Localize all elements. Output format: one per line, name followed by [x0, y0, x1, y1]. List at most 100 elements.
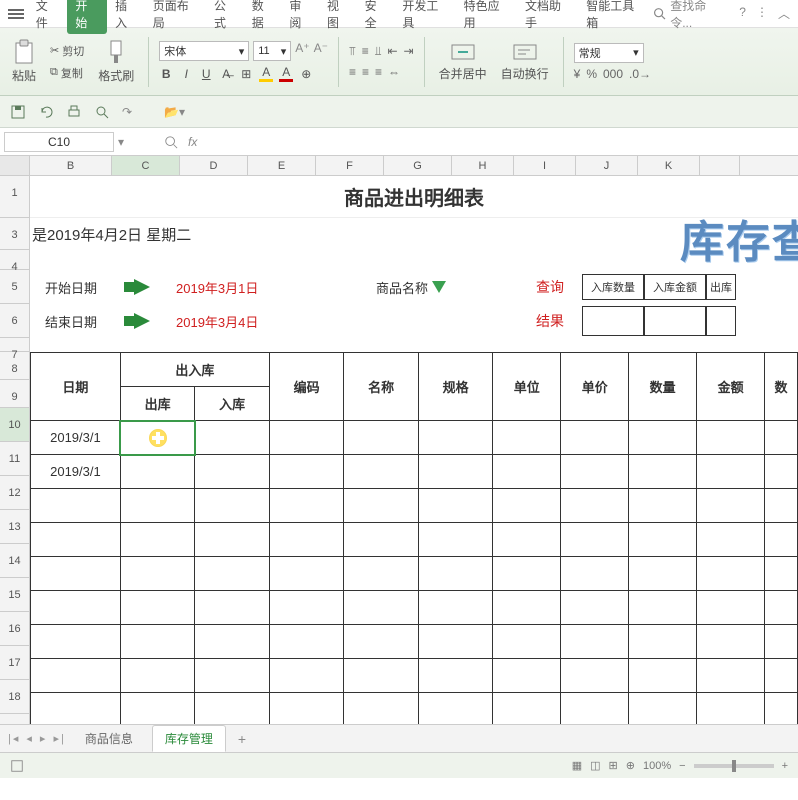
- row-header[interactable]: 3: [0, 218, 30, 250]
- table-row[interactable]: [31, 625, 798, 659]
- cell-date[interactable]: 2019/3/1: [31, 455, 121, 489]
- cell[interactable]: [493, 421, 561, 455]
- menu-tab-dochelper[interactable]: 文档助手: [519, 0, 578, 34]
- align-left-icon[interactable]: ≡: [349, 65, 356, 79]
- cell[interactable]: [629, 421, 697, 455]
- strike-button[interactable]: A̶: [219, 67, 233, 81]
- tab-nav-first-icon[interactable]: |◂: [8, 732, 20, 745]
- increase-font-icon[interactable]: A⁺: [295, 41, 309, 61]
- col-header-I[interactable]: I: [514, 156, 576, 175]
- save-icon[interactable]: [10, 104, 26, 120]
- redo-icon[interactable]: ↷: [122, 105, 132, 119]
- command-search[interactable]: 查找命令...: [653, 0, 727, 31]
- align-middle-icon[interactable]: ≡: [362, 44, 369, 59]
- font-color-button[interactable]: A: [279, 65, 293, 82]
- percent-icon[interactable]: %: [586, 67, 597, 81]
- collapse-ribbon-icon[interactable]: ︿: [778, 5, 790, 22]
- more-icon[interactable]: ⋮: [756, 5, 768, 22]
- merge-center-button[interactable]: 合并居中: [435, 37, 491, 86]
- row-header[interactable]: 8: [0, 352, 30, 380]
- bold-button[interactable]: B: [159, 67, 173, 81]
- sheet-content[interactable]: 商品进出明细表 库存查 是2019年4月2日 星期二 开始日期 2019年3月1…: [30, 176, 798, 724]
- zoom-in-button[interactable]: +: [782, 760, 788, 772]
- cell[interactable]: [269, 455, 344, 489]
- decrease-font-icon[interactable]: A⁻: [314, 41, 328, 61]
- currency-icon[interactable]: ¥: [574, 67, 581, 81]
- wrap-text-button[interactable]: 自动换行: [497, 37, 553, 86]
- zoom-slider[interactable]: [694, 764, 774, 768]
- col-header-D[interactable]: D: [180, 156, 248, 175]
- cell[interactable]: [120, 455, 195, 489]
- cell[interactable]: [344, 455, 419, 489]
- menu-tab-home[interactable]: 开始: [67, 0, 107, 34]
- reading-mode-icon[interactable]: ⊕: [626, 759, 635, 772]
- data-table[interactable]: 日期 出入库 编码 名称 规格 单位 单价 数量 金额 数 出库 入库 2019…: [30, 352, 798, 724]
- print-icon[interactable]: [66, 104, 82, 120]
- cell[interactable]: [765, 421, 798, 455]
- menu-file[interactable]: 文件: [30, 0, 66, 34]
- col-header-H[interactable]: H: [452, 156, 514, 175]
- number-format-select[interactable]: 常规▾: [574, 43, 644, 63]
- row-header[interactable]: 13: [0, 510, 30, 544]
- row-header[interactable]: 17: [0, 646, 30, 680]
- menu-tab-insert[interactable]: 插入: [109, 0, 145, 34]
- view-break-icon[interactable]: ⊞: [609, 759, 618, 772]
- name-box[interactable]: C10: [4, 132, 114, 152]
- merge-across-icon[interactable]: ⇔: [388, 65, 400, 79]
- table-row[interactable]: [31, 659, 798, 693]
- row-header[interactable]: 7: [0, 338, 30, 352]
- align-center-icon[interactable]: ≡: [362, 65, 369, 79]
- italic-button[interactable]: I: [179, 67, 193, 81]
- cell[interactable]: [765, 455, 798, 489]
- fill-color-button[interactable]: A: [259, 65, 273, 82]
- add-sheet-button[interactable]: +: [232, 731, 252, 747]
- menu-tab-layout[interactable]: 页面布局: [147, 0, 206, 34]
- table-row[interactable]: [31, 523, 798, 557]
- font-family-select[interactable]: 宋体▾: [159, 41, 249, 61]
- paste-button[interactable]: 粘贴: [8, 35, 40, 88]
- namebox-dropdown-icon[interactable]: ▾: [118, 135, 124, 149]
- row-header[interactable]: 11: [0, 442, 30, 476]
- sheet-tab-product-info[interactable]: 商品信息: [72, 725, 146, 752]
- zoom-value[interactable]: 100%: [643, 760, 671, 772]
- view-page-icon[interactable]: ◫: [590, 759, 600, 772]
- help-icon[interactable]: ?: [739, 5, 746, 22]
- menu-tab-toolbox[interactable]: 智能工具箱: [580, 0, 651, 34]
- row-header[interactable]: 16: [0, 612, 30, 646]
- row-header[interactable]: 14: [0, 544, 30, 578]
- fx-label[interactable]: fx: [188, 135, 197, 149]
- col-header-E[interactable]: E: [248, 156, 316, 175]
- start-date-value[interactable]: 2019年3月1日: [172, 278, 292, 297]
- cell[interactable]: [195, 421, 270, 455]
- underline-button[interactable]: U: [199, 67, 213, 81]
- undo-icon[interactable]: [38, 104, 54, 120]
- col-header-F[interactable]: F: [316, 156, 384, 175]
- active-cell-C10[interactable]: [120, 421, 195, 455]
- col-header-end[interactable]: [700, 156, 740, 175]
- cell[interactable]: [344, 421, 419, 455]
- folder-icon[interactable]: 📂▾: [164, 105, 185, 119]
- row-header[interactable]: 10: [0, 408, 30, 442]
- menu-tab-formula[interactable]: 公式: [208, 0, 244, 34]
- cell[interactable]: [493, 455, 561, 489]
- row-header[interactable]: 5: [0, 270, 30, 304]
- border-button[interactable]: ⊞: [239, 67, 253, 81]
- row-header[interactable]: 12: [0, 476, 30, 510]
- col-header-K[interactable]: K: [638, 156, 700, 175]
- align-top-icon[interactable]: ⫪: [349, 44, 356, 59]
- menu-tab-data[interactable]: 数据: [246, 0, 282, 34]
- col-header-G[interactable]: G: [384, 156, 452, 175]
- end-date-value[interactable]: 2019年3月4日: [172, 312, 292, 331]
- menu-tab-view[interactable]: 视图: [321, 0, 357, 34]
- cell[interactable]: [697, 455, 765, 489]
- cell[interactable]: [269, 421, 344, 455]
- cell[interactable]: [418, 421, 493, 455]
- cell[interactable]: [418, 455, 493, 489]
- status-icon[interactable]: [10, 759, 24, 773]
- align-bottom-icon[interactable]: ⫫: [375, 44, 382, 59]
- select-all-corner[interactable]: [0, 156, 30, 175]
- align-right-icon[interactable]: ≡: [375, 65, 382, 79]
- cell[interactable]: [561, 421, 629, 455]
- phonetic-button[interactable]: ⊕: [299, 67, 313, 81]
- cut-button[interactable]: ✂剪切: [46, 41, 88, 61]
